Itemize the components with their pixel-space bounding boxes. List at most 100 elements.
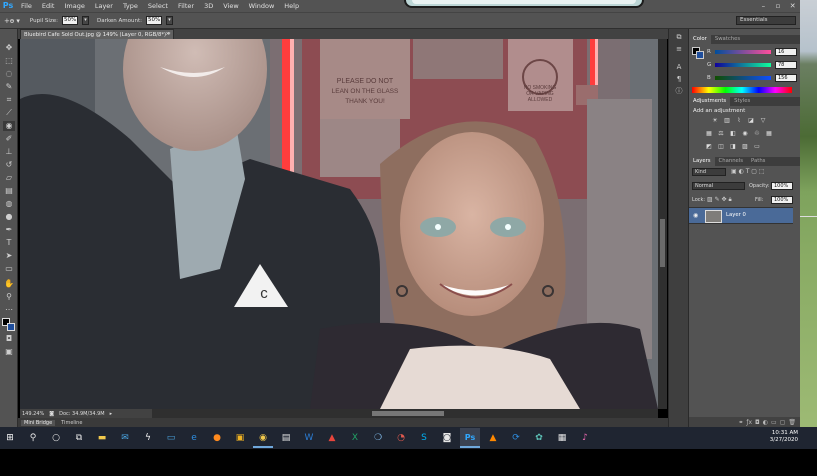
channel-r-input[interactable]: 16 — [775, 47, 797, 56]
tab-layers[interactable]: Layers — [689, 157, 715, 166]
chevron-down-icon[interactable]: ▾ — [166, 16, 173, 25]
menu-filter[interactable]: Filter — [173, 0, 199, 12]
new-layer-icon[interactable]: ▢ — [780, 419, 786, 426]
document-tab[interactable]: Bluebird Cafe Sold Out.jpg @ 149% (Layer… — [20, 29, 174, 39]
info-icon[interactable]: ⓘ — [674, 87, 684, 96]
tab-styles[interactable]: Styles — [730, 97, 754, 106]
dodge-tool-icon[interactable]: ● — [3, 212, 15, 222]
opacity-input[interactable]: 100% — [771, 182, 793, 190]
close-icon[interactable]: ✕ — [789, 2, 797, 10]
system-tray-clock[interactable]: 10:31 AM 3/27/2020 — [770, 430, 798, 444]
winamp-icon[interactable]: ϟ — [138, 428, 158, 448]
menu-file[interactable]: File — [16, 0, 37, 12]
chrome-icon[interactable]: ◉ — [253, 428, 273, 448]
channel-g-input[interactable]: 78 — [775, 60, 797, 69]
task-view-icon[interactable]: ⧉ — [69, 428, 89, 448]
chat-icon[interactable]: ◔ — [391, 428, 411, 448]
eyedropper-tool-icon[interactable]: ⟋ — [3, 108, 15, 118]
chevron-right-icon[interactable]: ▸ — [110, 411, 113, 417]
tab-color[interactable]: Color — [689, 35, 711, 44]
blend-mode-select[interactable]: Normal — [692, 182, 745, 190]
zoom-tool-icon[interactable]: ⚲ — [3, 292, 15, 302]
fill-input[interactable]: 100% — [771, 196, 793, 204]
menu-window[interactable]: Window — [244, 0, 280, 12]
lock-icons[interactable]: ▨ ✎ ✥ 🔒︎ — [707, 196, 732, 204]
news-icon[interactable]: ▭ — [161, 428, 181, 448]
doc-size[interactable]: Doc: 34.9M/34.9M — [59, 411, 105, 417]
character-icon[interactable]: A — [674, 63, 684, 72]
darken-amount-input[interactable]: 50% — [146, 16, 162, 25]
path-select-icon[interactable]: ➤ — [3, 251, 15, 261]
move-tool-icon[interactable]: ✥ — [3, 43, 15, 53]
tab-timeline[interactable]: Timeline — [58, 420, 85, 426]
menu-select[interactable]: Select — [143, 0, 173, 12]
vlc-icon[interactable]: ▲ — [483, 428, 503, 448]
group-icon[interactable]: ▭ — [771, 419, 777, 426]
menu-image[interactable]: Image — [59, 0, 89, 12]
menu-type[interactable]: Type — [118, 0, 143, 12]
color-balance-icon[interactable]: ⚖ — [717, 130, 725, 137]
pen-tool-icon[interactable]: ✒ — [3, 225, 15, 235]
screen-mode-icon[interactable]: ▣ — [3, 347, 15, 357]
brush-tool-icon[interactable]: ✐ — [3, 134, 15, 144]
vertical-scrollbar[interactable] — [658, 39, 667, 409]
menu-view[interactable]: View — [218, 0, 243, 12]
lasso-tool-icon[interactable]: ◌ — [3, 69, 15, 79]
zoom-level[interactable]: 149.24% — [22, 411, 44, 417]
adjustment-layer-icon[interactable]: ◐ — [763, 419, 768, 426]
document-canvas[interactable]: PLEASE DO NOT LEAN ON THE GLASS THANK YO… — [20, 39, 658, 409]
color-slider-g[interactable]: G 78 — [707, 60, 797, 69]
eye-icon[interactable]: ◉ — [693, 212, 698, 219]
background-color-swatch[interactable] — [7, 323, 15, 331]
pupil-size-input[interactable]: 50% — [62, 16, 79, 25]
menu-3d[interactable]: 3D — [199, 0, 218, 12]
marquee-tool-icon[interactable]: ⬚ — [3, 56, 15, 66]
excel-icon[interactable]: X — [345, 428, 365, 448]
threshold-icon[interactable]: ◨ — [729, 143, 737, 150]
tab-channels[interactable]: Channels — [715, 157, 748, 166]
eraser-tool-icon[interactable]: ▱ — [3, 173, 15, 183]
camera-icon[interactable]: ◙ — [437, 428, 457, 448]
horizontal-scrollbar[interactable] — [152, 409, 658, 418]
tab-adjustments[interactable]: Adjustments — [689, 97, 731, 106]
layer-kind-filter[interactable]: Kind — [692, 168, 726, 176]
menu-edit[interactable]: Edit — [37, 0, 60, 12]
mail-icon[interactable]: ✉ — [115, 428, 135, 448]
cortana-icon[interactable]: ○ — [46, 428, 66, 448]
export-icon[interactable]: ◙ — [49, 411, 54, 417]
blur-tool-icon[interactable]: ◍ — [3, 199, 15, 209]
stamp-tool-icon[interactable]: ⊥ — [3, 147, 15, 157]
channel-mixer-icon[interactable]: ♲ — [753, 130, 761, 137]
files-icon[interactable]: ▤ — [276, 428, 296, 448]
channel-b-input[interactable]: 156 — [775, 73, 797, 82]
type-tool-icon[interactable]: T — [3, 238, 15, 248]
black-white-icon[interactable]: ◧ — [729, 130, 737, 137]
curves-icon[interactable]: ⌇ — [735, 117, 743, 124]
properties-icon[interactable]: ≡ — [674, 45, 684, 54]
posterize-icon[interactable]: ◫ — [717, 143, 725, 150]
levels-icon[interactable]: ▥ — [723, 117, 731, 124]
invert-icon[interactable]: ◩ — [705, 143, 713, 150]
minimize-icon[interactable]: – — [759, 2, 767, 10]
chevron-down-icon[interactable]: ▾ — [82, 16, 90, 25]
tab-mini-bridge[interactable]: Mini Bridge — [21, 419, 56, 426]
color-slider-b[interactable]: B 156 — [707, 73, 797, 82]
filter-icons[interactable]: ▣ ◐ T ▢ ⬚ — [731, 168, 765, 175]
outlook-icon[interactable]: ▣ — [230, 428, 250, 448]
paragraph-icon[interactable]: ¶ — [674, 75, 684, 84]
fx-icon[interactable]: ƒx — [746, 419, 752, 426]
cloud-icon[interactable]: ❍ — [368, 428, 388, 448]
app-icon[interactable]: ✿ — [529, 428, 549, 448]
mask-icon[interactable]: ◘ — [755, 419, 760, 426]
search-icon[interactable]: ⚲ — [23, 428, 43, 448]
firefox-icon[interactable]: ● — [207, 428, 227, 448]
menu-layer[interactable]: Layer — [90, 0, 118, 12]
background-color-swatch[interactable] — [696, 51, 704, 59]
windows-start-icon[interactable]: ⊞ — [0, 428, 20, 448]
itunes-icon[interactable]: ♪ — [575, 428, 595, 448]
layer-row[interactable]: ◉ Layer 0 — [689, 207, 793, 224]
menu-help[interactable]: Help — [279, 0, 304, 12]
color-lookup-icon[interactable]: ▦ — [765, 130, 773, 137]
selective-color-icon[interactable]: ▨ — [741, 143, 749, 150]
photo-filter-icon[interactable]: ◉ — [741, 130, 749, 137]
